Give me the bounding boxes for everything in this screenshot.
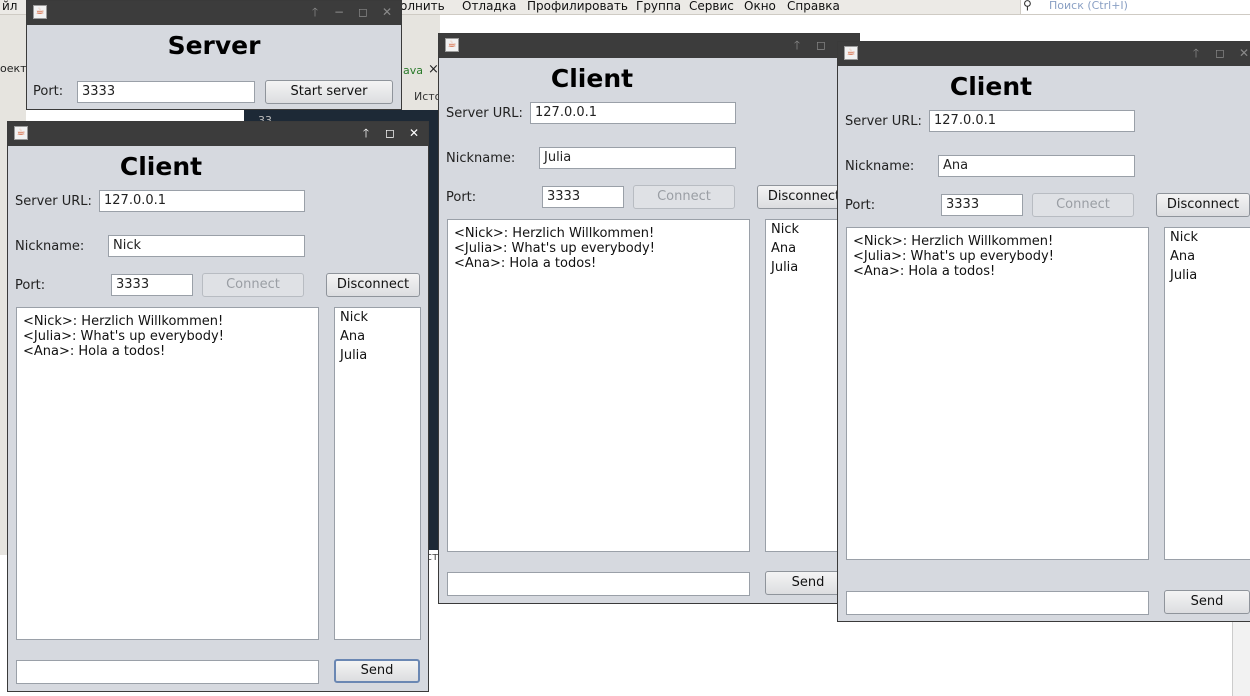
port-field[interactable]: 3333 [941,194,1023,216]
chat-message: <Julia>: What's up everybody! [853,249,1054,264]
close-icon[interactable]: ✕ [406,125,422,141]
user-list-item[interactable]: Nick [335,308,420,327]
pin-icon[interactable]: 🡑 [358,125,374,141]
port-label: Port: [446,190,477,205]
close-icon[interactable]: ✕ [1236,45,1250,61]
maximize-icon[interactable]: ◻ [355,4,371,20]
java-icon: ☕ [14,126,28,140]
menu-item-window[interactable]: Окно [744,0,776,13]
pin-icon[interactable]: 🡑 [789,37,805,53]
chat-message: <Ana>: Hola a todos! [23,344,166,359]
disconnect-button[interactable]: Disconnect [326,273,420,297]
server-url-label: Server URL: [845,114,922,129]
client-heading: Client [550,64,634,93]
minimize-icon[interactable]: − [331,4,347,20]
maximize-icon[interactable]: ◻ [1212,45,1228,61]
port-label: Port: [15,278,46,293]
maximize-icon[interactable]: ◻ [813,37,829,53]
nickname-field[interactable]: Nick [108,235,305,257]
port-label: Port: [845,198,876,213]
title-bar: ☕ 🡑 ◻ ✕ [439,34,859,58]
user-list-item[interactable]: Julia [1165,266,1250,285]
nickname-label: Nickname: [446,151,516,166]
chat-message: <Nick>: Herzlich Willkommen! [853,234,1054,249]
client-heading: Client [119,152,203,181]
menu-item-service[interactable]: Сервис [689,0,734,13]
chat-message: <Julia>: What's up everybody! [23,329,224,344]
client-heading: Client [949,72,1033,101]
chat-message: <Ana>: Hola a todos! [853,264,996,279]
user-list-item[interactable]: Nick [1165,228,1250,247]
client-window-nick: ☕ 🡑 ◻ ✕ Client Server URL: 127.0.0.1 Nic… [7,121,429,692]
nickname-label: Nickname: [845,159,915,174]
server-url-field[interactable]: 127.0.0.1 [929,110,1135,132]
ide-editor-tab[interactable]: ava [403,64,423,77]
server-url-label: Server URL: [446,106,523,121]
send-button[interactable]: Send [334,659,420,683]
pin-icon[interactable]: 🡑 [307,4,323,20]
chat-log[interactable]: <Nick>: Herzlich Willkommen! <Julia>: Wh… [846,227,1149,560]
ide-right-panel [1232,620,1250,696]
title-bar: ☕ 🡑 ◻ ✕ [8,122,428,146]
port-field[interactable]: 3333 [542,186,624,208]
pin-icon[interactable]: 🡑 [1188,45,1204,61]
chat-message: <Nick>: Herzlich Willkommen! [23,314,224,329]
port-field[interactable]: 3333 [77,81,255,103]
send-button[interactable]: Send [1164,590,1250,614]
connect-button[interactable]: Connect [202,273,304,297]
menu-item-group[interactable]: Группа [636,0,681,13]
menu-item-profile[interactable]: Профилировать [527,0,628,13]
message-input[interactable] [447,572,750,596]
java-icon: ☕ [844,46,858,60]
message-input[interactable] [846,591,1149,615]
menu-item-file[interactable]: йл [2,0,17,13]
user-list[interactable]: Nick Ana Julia [334,307,421,640]
server-window: ☕ 🡑 − ◻ ✕ Server Port: 3333 Start server [26,0,402,110]
nickname-field[interactable]: Ana [938,155,1135,177]
ide-projects-tab[interactable]: оект [0,62,27,75]
nickname-label: Nickname: [15,239,85,254]
connect-button[interactable]: Connect [633,185,735,209]
disconnect-button[interactable]: Disconnect [1156,193,1250,217]
search-placeholder: Поиск (Ctrl+I) [1049,0,1128,12]
client-window-julia: ☕ 🡑 ◻ ✕ Client Server URL: 127.0.0.1 Nic… [438,33,860,604]
start-server-button[interactable]: Start server [265,80,393,104]
server-url-field[interactable]: 127.0.0.1 [99,190,305,212]
ide-search-box[interactable]: ⚲ Поиск (Ctrl+I) [1020,0,1250,14]
search-icon: ⚲ [1023,0,1032,12]
chat-log[interactable]: <Nick>: Herzlich Willkommen! <Julia>: Wh… [447,219,750,552]
menu-item-help[interactable]: Справка [787,0,840,13]
user-list[interactable]: Nick Ana Julia [1164,227,1250,560]
server-url-label: Server URL: [15,194,92,209]
user-list-item[interactable]: Ana [335,327,420,346]
port-field[interactable]: 3333 [111,274,193,296]
title-bar: ☕ 🡑 − ◻ ✕ [27,1,401,25]
menu-item-debug[interactable]: Отладка [462,0,516,13]
port-label: Port: [33,84,64,99]
title-bar: ☕ 🡑 ◻ ✕ [838,42,1250,66]
connect-button[interactable]: Connect [1032,193,1134,217]
java-icon: ☕ [33,5,47,19]
maximize-icon[interactable]: ◻ [382,125,398,141]
chat-log[interactable]: <Nick>: Herzlich Willkommen! <Julia>: Wh… [16,307,319,640]
user-list-item[interactable]: Ana [1165,247,1250,266]
chat-message: <Julia>: What's up everybody! [454,241,655,256]
message-input[interactable] [16,660,319,684]
chat-message: <Nick>: Herzlich Willkommen! [454,226,655,241]
close-icon[interactable]: ✕ [379,4,395,20]
server-url-field[interactable]: 127.0.0.1 [530,102,736,124]
java-icon: ☕ [445,38,459,52]
nickname-field[interactable]: Julia [539,147,736,169]
client-window-ana: ☕ 🡑 ◻ ✕ Client Server URL: 127.0.0.1 Nic… [837,41,1250,622]
chat-message: <Ana>: Hola a todos! [454,256,597,271]
menu-item-run[interactable]: олнить [400,0,445,13]
server-heading: Server [167,31,261,60]
user-list-item[interactable]: Julia [335,346,420,365]
